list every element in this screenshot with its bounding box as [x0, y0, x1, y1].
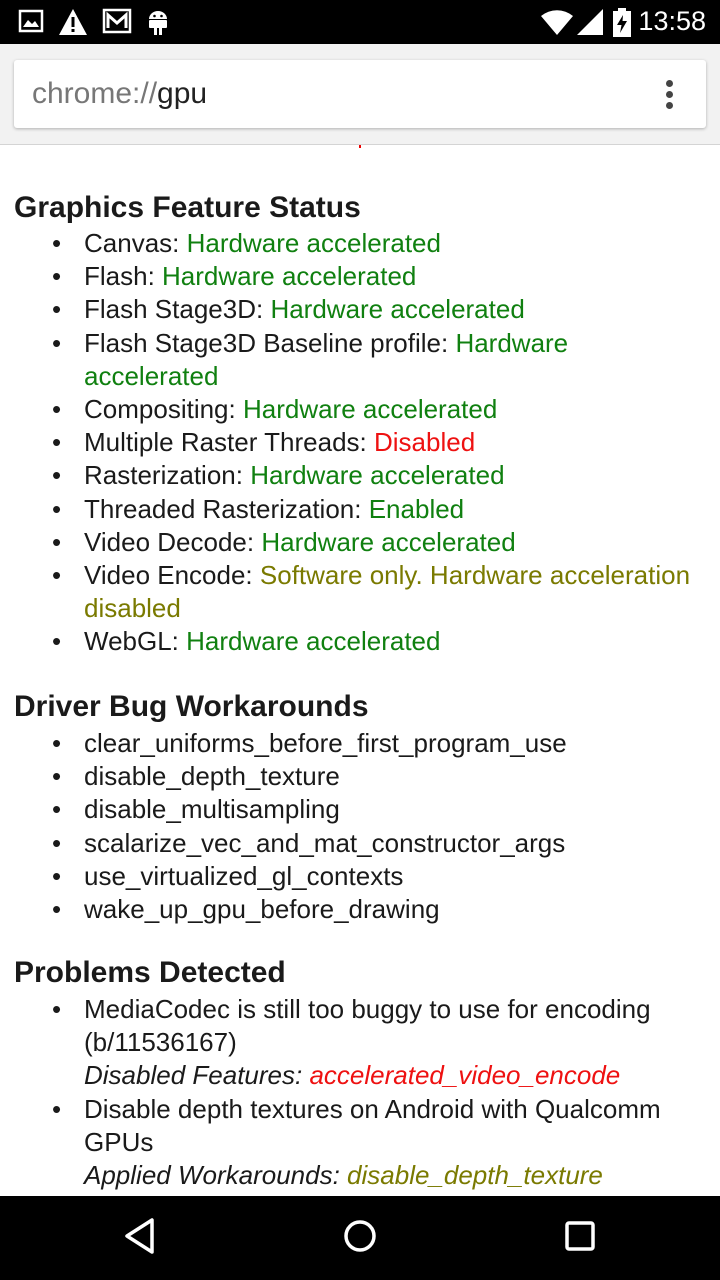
- navigation-bar: [0, 1196, 720, 1280]
- status-bar: 13:58: [0, 0, 720, 44]
- list-item: Disable depth textures on Android with Q…: [0, 1093, 720, 1193]
- warning-icon: [59, 9, 87, 35]
- list-item: wake_up_gpu_before_drawing: [0, 893, 720, 926]
- signal-icon: [577, 9, 603, 35]
- feature-status: Hardware accelerated: [242, 394, 498, 425]
- decorative-mark: [359, 145, 361, 148]
- list-item: disable_depth_texture: [0, 760, 720, 793]
- page-content: Graphics Feature Status Canvas: Hardware…: [0, 145, 720, 1196]
- gmail-icon: [102, 8, 132, 34]
- list-item: disable_multisampling: [0, 793, 720, 826]
- feature-name: Flash Stage3D Baseline profile:: [84, 327, 456, 358]
- recents-icon[interactable]: [562, 1216, 598, 1256]
- feature-name: Threaded Rasterization:: [84, 493, 369, 524]
- list-item: MediaCodec is still too buggy to use for…: [0, 993, 720, 1093]
- list-item: Flash: Hardware accelerated: [0, 260, 720, 293]
- feature-status-list: Canvas: Hardware accelerated Flash: Hard…: [0, 227, 720, 659]
- section-title-problems: Problems Detected: [14, 956, 286, 989]
- feature-status: Enabled: [368, 493, 465, 524]
- feature-name: Video Decode:: [84, 526, 262, 557]
- feature-status: Hardware accelerated: [261, 526, 516, 557]
- clock: 13:58: [638, 6, 706, 36]
- list-item: Video Encode: Software only. Hardware ac…: [0, 559, 720, 625]
- android-icon: [149, 11, 167, 35]
- url-host: gpu: [157, 77, 208, 110]
- list-item: Canvas: Hardware accelerated: [0, 227, 720, 260]
- feature-name: Flash Stage3D:: [84, 294, 271, 325]
- problem-text: Disable depth textures on Android with Q…: [84, 1093, 661, 1157]
- feature-name: Flash:: [84, 261, 163, 292]
- home-icon[interactable]: [342, 1216, 378, 1256]
- feature-name: Compositing:: [84, 394, 243, 425]
- section-title-workarounds: Driver Bug Workarounds: [14, 690, 369, 723]
- omnibox[interactable]: chrome://gpu: [14, 60, 706, 128]
- problem-label: Applied Workarounds:: [84, 1160, 348, 1191]
- section-title-features: Graphics Feature Status: [14, 191, 361, 224]
- back-icon[interactable]: [122, 1216, 158, 1256]
- list-item: Multiple Raster Threads: Disabled: [0, 426, 720, 459]
- list-item: Rasterization: Hardware accelerated: [0, 459, 720, 492]
- list-item: Threaded Rasterization: Enabled: [0, 493, 720, 526]
- feature-name: Video Encode:: [84, 560, 260, 591]
- problem-value: accelerated_video_encode: [309, 1060, 621, 1091]
- problems-list: MediaCodec is still too buggy to use for…: [0, 993, 720, 1192]
- list-item: Compositing: Hardware accelerated: [0, 393, 720, 426]
- image-icon: [18, 9, 44, 33]
- browser-toolbar: chrome://gpu: [0, 44, 720, 145]
- list-item: clear_uniforms_before_first_program_use: [0, 727, 720, 760]
- problem-value: disable_depth_texture: [347, 1160, 603, 1191]
- overflow-menu-icon[interactable]: [652, 78, 688, 112]
- list-item: WebGL: Hardware accelerated: [0, 625, 720, 658]
- url-scheme: chrome://: [32, 77, 158, 110]
- feature-name: WebGL:: [84, 626, 187, 657]
- feature-status: Hardware accelerated: [186, 626, 441, 657]
- problem-text: MediaCodec is still too buggy to use for…: [84, 994, 651, 1058]
- list-item: Flash Stage3D: Hardware accelerated: [0, 293, 720, 326]
- feature-status: Disabled: [373, 427, 476, 458]
- list-item: Flash Stage3D Baseline profile: Hardware…: [0, 327, 720, 393]
- list-item: Video Decode: Hardware accelerated: [0, 526, 720, 559]
- workaround-list: clear_uniforms_before_first_program_use …: [0, 727, 720, 926]
- wifi-icon: [541, 10, 573, 36]
- list-item: use_virtualized_gl_contexts: [0, 860, 720, 893]
- feature-name: Rasterization:: [84, 460, 251, 491]
- feature-status: Hardware accelerated: [270, 294, 525, 325]
- list-item: scalarize_vec_and_mat_constructor_args: [0, 827, 720, 860]
- battery-charging-icon: [613, 8, 631, 37]
- url-text[interactable]: chrome://gpu: [32, 76, 207, 112]
- feature-name: Canvas:: [84, 228, 187, 258]
- feature-name: Multiple Raster Threads:: [84, 427, 374, 458]
- feature-status: Hardware accelerated: [186, 228, 441, 258]
- feature-status: Hardware accelerated: [250, 460, 505, 491]
- feature-status: Hardware accelerated: [162, 261, 417, 292]
- problem-label: Disabled Features:: [84, 1060, 310, 1091]
